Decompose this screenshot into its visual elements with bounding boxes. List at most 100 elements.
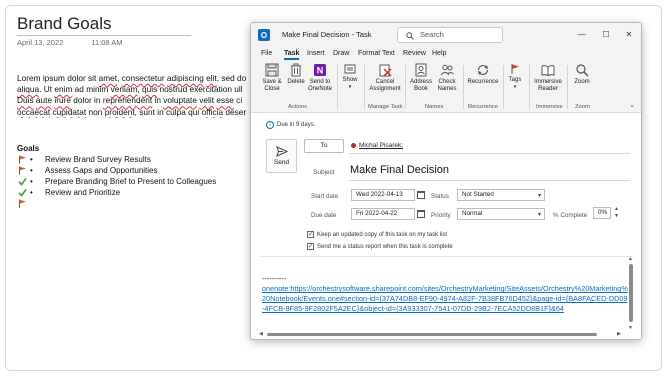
horizontal-scrollbar[interactable]: ◀ ▶	[259, 331, 633, 338]
ribbon: Save & Close Delete N Send to OneNote Ac…	[251, 61, 641, 113]
maximize-button[interactable]: ☐	[600, 28, 612, 40]
tab-draw[interactable]: Draw	[333, 50, 349, 57]
spin-up-icon[interactable]: ▲	[614, 206, 619, 212]
calendar-icon[interactable]	[417, 210, 425, 218]
recurrence-button[interactable]: Recurrence	[466, 63, 500, 86]
checkmark-icon[interactable]	[17, 177, 27, 187]
keep-copy-checkbox[interactable]: ✓	[307, 231, 314, 238]
tab-task[interactable]: Task	[284, 50, 300, 60]
paragraph-line: Duis aute irure dolor in reprehenderit i…	[17, 95, 257, 106]
to-field-underline	[349, 153, 630, 154]
scrollbar-thumb[interactable]	[629, 264, 633, 322]
close-button[interactable]: ✕	[623, 28, 635, 40]
zoom-button[interactable]: Zoom	[571, 63, 593, 86]
tab-help[interactable]: Help	[432, 50, 446, 57]
tab-format-text[interactable]: Format Text	[358, 50, 395, 57]
scroll-right-icon[interactable]: ▶	[617, 331, 621, 337]
title-bar: O Make Final Decision - Task Search — ☐ …	[251, 23, 641, 47]
send-button[interactable]: Send	[266, 139, 297, 173]
save-close-label: Save & Close	[262, 79, 282, 92]
to-button[interactable]: To	[304, 139, 344, 153]
due-date-input[interactable]: Fri 2022-04-22	[351, 208, 415, 220]
page-time: 11:08 AM	[91, 38, 123, 47]
group-manage-task-label: Manage Task	[368, 104, 403, 110]
ribbon-separator	[567, 65, 568, 109]
vertical-scrollbar[interactable]: ▲ ▼	[628, 256, 634, 332]
address-book-button[interactable]: Address Book	[409, 63, 433, 93]
goal-list-item[interactable]: • Review and Prioritize	[17, 187, 216, 198]
chevron-down-icon: ▾	[513, 83, 517, 90]
priority-select[interactable]: Normal ▾	[457, 208, 545, 220]
send-to-onenote-label: Send to OneNote	[307, 79, 332, 92]
info-icon: i	[266, 121, 274, 129]
tab-file[interactable]: File	[261, 50, 272, 57]
text-segment: , sunt in culpa qui	[134, 106, 202, 117]
chevron-down-icon: ▾	[348, 83, 352, 90]
status-select[interactable]: Not Started ▾	[457, 189, 545, 201]
tab-insert[interactable]: Insert	[307, 50, 325, 57]
scroll-up-icon[interactable]: ▲	[628, 256, 633, 262]
tags-button[interactable]: Tags ▾	[506, 63, 524, 91]
scroll-down-icon[interactable]: ▼	[628, 325, 633, 331]
info-bar: i Due in 9 days.	[266, 121, 315, 129]
goal-list-item[interactable]	[17, 198, 216, 209]
lorem-paragraph[interactable]: Lorem ipsum dolor sit amet, consectetur …	[17, 73, 257, 118]
misspelled-word: reprehenderit	[102, 95, 153, 106]
task-notes-body[interactable]: ---------- onenote:https://orchestrysoft…	[262, 274, 628, 314]
misspelled-word: officia	[201, 106, 224, 117]
notes-divider: ----------	[262, 274, 287, 283]
recipient-name: Michal Pisarek;	[359, 142, 404, 149]
status-report-label: Send me a status report when this task i…	[317, 243, 453, 250]
bullet-icon: •	[30, 155, 33, 164]
status-report-checkbox[interactable]: ✓	[307, 243, 314, 250]
percent-complete-input[interactable]: 0%	[593, 207, 611, 219]
goal-list-item[interactable]: • Prepare Branding Brief to Present to Co…	[17, 176, 216, 187]
goal-text: Assess Gaps and Opportunities	[45, 166, 158, 175]
misspelled-word: adipiscing	[166, 73, 204, 83]
recipient-chip[interactable]: Michal Pisarek;	[351, 142, 403, 149]
scrollbar-thumb[interactable]	[267, 333, 597, 336]
start-date-input[interactable]: Wed 2022-04-13	[351, 189, 415, 201]
goal-list-item[interactable]: • Review Brand Survey Results	[17, 154, 216, 165]
keep-copy-checkbox-row[interactable]: ✓ Keep an updated copy of this task on m…	[307, 231, 447, 238]
save-close-icon	[265, 63, 279, 77]
show-button[interactable]: Show ▾	[340, 63, 360, 91]
check-names-label: Check Names	[437, 79, 457, 92]
subject-input[interactable]: Make Final Decision	[350, 164, 449, 176]
misspelled-word: consectetur	[121, 73, 165, 83]
goal-list-item[interactable]: • Assess Gaps and Opportunities	[17, 165, 216, 176]
spin-down-icon[interactable]: ▼	[614, 213, 619, 219]
search-input[interactable]: Search	[397, 27, 503, 43]
check-names-button[interactable]: Check Names	[435, 63, 459, 93]
flag-icon[interactable]	[17, 199, 27, 209]
group-names-label: Names	[425, 104, 444, 110]
tab-review[interactable]: Review	[403, 50, 426, 57]
ribbon-collapse-icon[interactable]: ⌄	[629, 101, 635, 109]
onenote-link[interactable]: onenote:https://orchestrysoftware.sharep…	[262, 284, 628, 313]
minimize-button[interactable]: —	[576, 28, 588, 40]
ribbon-separator	[405, 65, 406, 109]
flag-icon[interactable]	[17, 155, 27, 165]
checkmark-icon[interactable]	[17, 188, 27, 198]
delete-button[interactable]: Delete	[285, 63, 307, 86]
scroll-left-icon[interactable]: ◀	[259, 331, 263, 337]
save-close-button[interactable]: Save & Close	[259, 63, 285, 93]
immersive-reader-button[interactable]: Immersive Reader	[532, 63, 564, 93]
status-report-checkbox-row[interactable]: ✓ Send me a status report when this task…	[307, 243, 453, 250]
page-date: April 13, 2022	[17, 38, 64, 47]
address-book-label: Address Book	[409, 79, 432, 92]
goal-text: Prepare Branding Brief to Present to Col…	[45, 177, 217, 186]
text-segment: dolor in	[71, 95, 103, 106]
subject-underline	[349, 180, 630, 181]
flag-icon[interactable]	[17, 166, 27, 176]
misspelled-word: irure	[54, 95, 71, 106]
goals-heading[interactable]: Goals	[17, 144, 39, 153]
recurrence-label: Recurrence	[467, 79, 499, 85]
bullet-icon: •	[30, 166, 33, 175]
page-title[interactable]: Brand Goals	[17, 14, 112, 34]
calendar-icon[interactable]	[417, 191, 425, 199]
send-to-onenote-button[interactable]: N Send to OneNote	[307, 63, 333, 93]
chevron-down-icon: ▾	[537, 193, 541, 199]
cancel-assignment-button[interactable]: Cancel Assignment	[368, 63, 402, 93]
text-segment: , sed do	[216, 73, 247, 83]
